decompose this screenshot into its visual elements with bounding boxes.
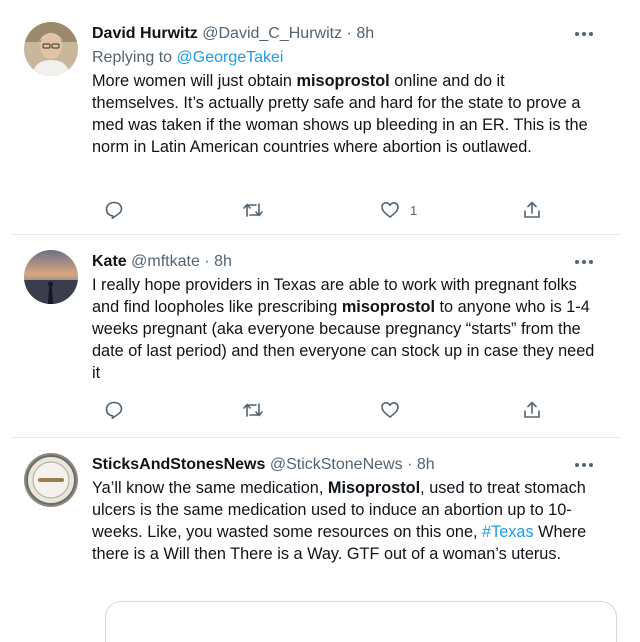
text-segment: Ya’ll know the same medication,: [92, 479, 328, 497]
like-count: 1: [410, 202, 418, 218]
like-icon: [381, 401, 399, 419]
retweet-button[interactable]: [242, 200, 264, 220]
more-icon[interactable]: [572, 254, 596, 270]
avatar-image: [24, 22, 78, 76]
share-button[interactable]: [522, 200, 542, 220]
reply-button[interactable]: [104, 400, 124, 420]
timestamp[interactable]: 8h: [356, 25, 374, 42]
tweet-text: I really hope providers in Texas are abl…: [92, 274, 596, 384]
avatar[interactable]: [24, 453, 78, 507]
tweet-feed: David Hurwitz @David_C_Hurwitz · 8h Repl…: [0, 0, 640, 642]
tweet-header: SticksAndStonesNews @StickStoneNews · 8h: [92, 455, 596, 475]
display-name[interactable]: Kate: [92, 253, 127, 270]
timestamp[interactable]: 8h: [417, 456, 435, 473]
more-icon[interactable]: [572, 457, 596, 473]
tweet-body: Kate @mftkate · 8h I really hope provide…: [92, 252, 596, 420]
avatar[interactable]: [24, 22, 78, 76]
highlighted-term: misoprostol: [341, 298, 435, 316]
avatar-image: [24, 453, 78, 507]
retweet-icon: [243, 203, 263, 217]
retweet-icon: [243, 403, 263, 417]
user-handle[interactable]: @mftkate: [131, 253, 200, 270]
user-handle[interactable]: @David_C_Hurwitz: [202, 25, 342, 42]
tweet-divider: [12, 437, 620, 438]
like-button[interactable]: [380, 400, 410, 420]
tweet-header: Kate @mftkate · 8h: [92, 252, 596, 272]
highlighted-term: misoprostol: [296, 72, 390, 90]
display-name[interactable]: SticksAndStonesNews: [92, 456, 265, 473]
highlighted-term: Misoprostol: [327, 479, 421, 497]
reply-icon: [105, 401, 123, 420]
text-segment: More women will just obtain: [92, 72, 297, 90]
replying-to-label: Replying to: [92, 49, 173, 66]
share-button[interactable]: [522, 400, 542, 420]
tweet-actions: [92, 400, 552, 422]
timestamp[interactable]: 8h: [214, 253, 232, 270]
like-icon: [381, 201, 399, 219]
tweet-body: David Hurwitz @David_C_Hurwitz · 8h Repl…: [92, 24, 596, 220]
separator-dot: ·: [204, 253, 210, 270]
share-icon: [524, 401, 540, 418]
tweet-sticksandstonesnews[interactable]: SticksAndStonesNews @StickStoneNews · 8h…: [12, 439, 620, 642]
tweet-text: More women will just obtain misoprostol …: [92, 70, 596, 158]
tweet-body: SticksAndStonesNews @StickStoneNews · 8h…: [92, 455, 596, 565]
separator-dot: ·: [407, 456, 413, 473]
hashtag-link[interactable]: #Texas: [482, 523, 534, 541]
tweet-divider: [12, 234, 620, 235]
reply-button[interactable]: [104, 200, 124, 220]
avatar-image: [24, 250, 78, 304]
retweet-button[interactable]: [242, 400, 264, 420]
share-icon: [524, 201, 540, 218]
user-handle[interactable]: @StickStoneNews: [270, 456, 403, 473]
like-button[interactable]: 1: [380, 200, 417, 220]
quoted-tweet-card[interactable]: [105, 601, 617, 642]
tweet-david-hurwitz[interactable]: David Hurwitz @David_C_Hurwitz · 8h Repl…: [12, 0, 620, 232]
reply-icon: [105, 201, 123, 220]
replying-to-link[interactable]: @GeorgeTakei: [177, 49, 284, 66]
avatar[interactable]: [24, 250, 78, 304]
separator-dot: ·: [346, 25, 352, 42]
replying-to: Replying to @GeorgeTakei: [92, 48, 596, 68]
tweet-actions: 1: [92, 200, 552, 222]
tweet-text: Ya’ll know the same medication, Misopros…: [92, 477, 596, 565]
display-name[interactable]: David Hurwitz: [92, 25, 198, 42]
tweet-kate[interactable]: Kate @mftkate · 8h I really hope provide…: [12, 236, 620, 436]
more-icon[interactable]: [572, 26, 596, 42]
tweet-header: David Hurwitz @David_C_Hurwitz · 8h: [92, 24, 596, 44]
